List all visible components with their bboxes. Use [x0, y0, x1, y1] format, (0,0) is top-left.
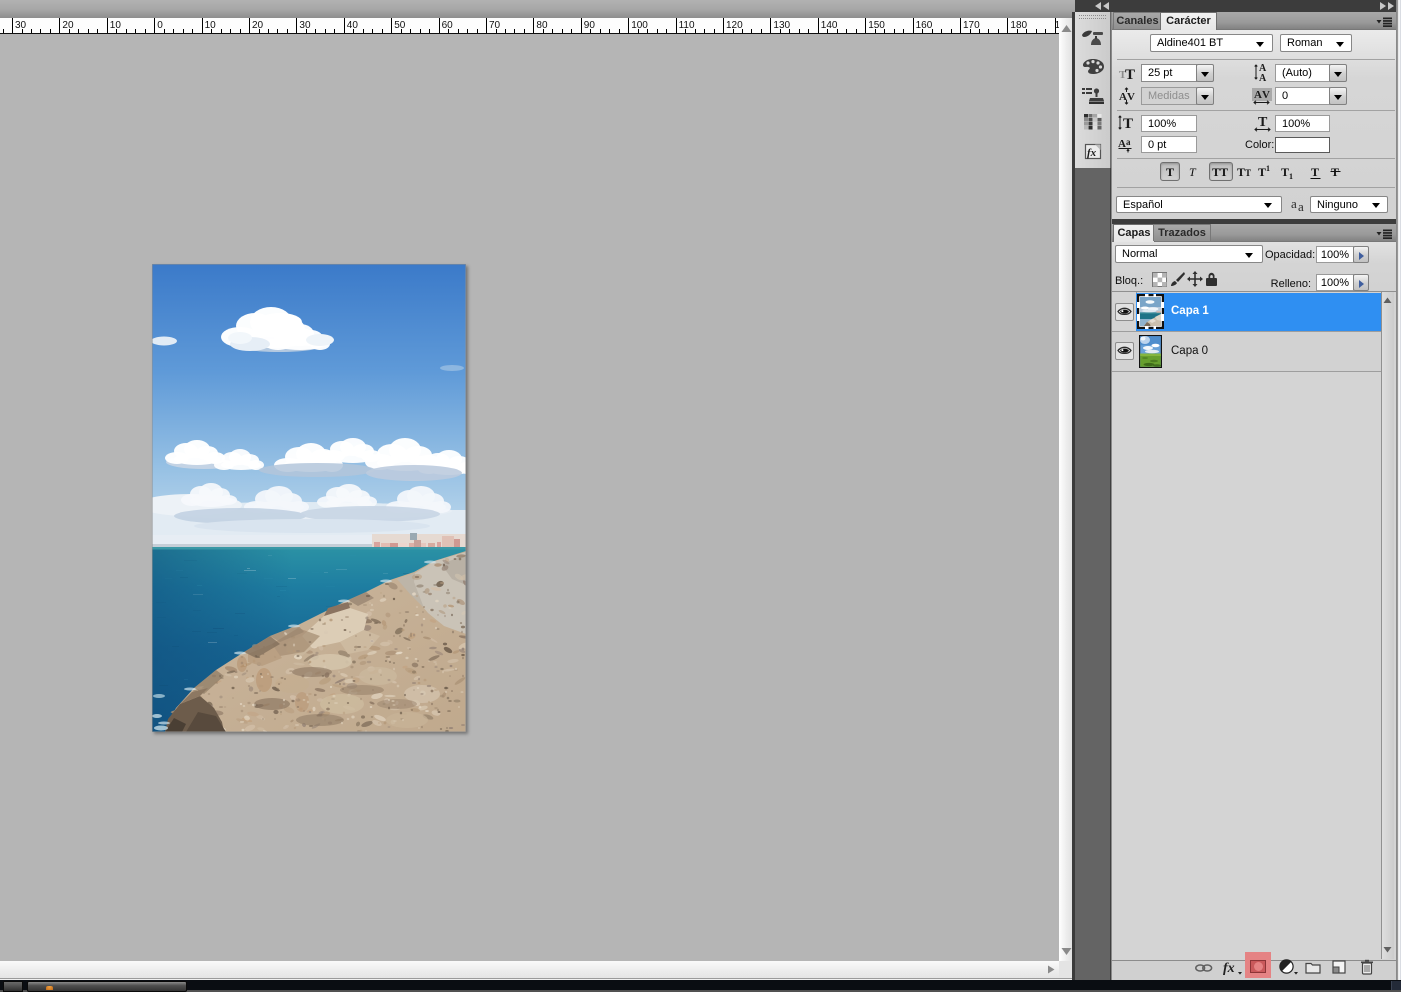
svg-text:V: V	[1127, 91, 1135, 103]
svg-text:a: a	[1126, 137, 1131, 147]
svg-text:T: T	[1166, 165, 1174, 179]
svg-text:T: T	[1281, 165, 1289, 179]
svg-text:T: T	[1125, 67, 1135, 82]
svg-text:T: T	[1258, 165, 1266, 179]
svg-text:A: A	[1254, 89, 1262, 101]
svg-text:1: 1	[1266, 164, 1270, 173]
svg-text:TT: TT	[1212, 165, 1228, 179]
svg-text:1: 1	[1289, 172, 1293, 181]
svg-text:T: T	[1245, 168, 1251, 178]
svg-text:T: T	[1311, 165, 1319, 179]
svg-text:T: T	[1123, 116, 1133, 132]
svg-text:A: A	[1259, 73, 1267, 84]
svg-text:V: V	[1262, 89, 1270, 101]
svg-text:fx: fx	[1087, 147, 1097, 159]
svg-text:a: a	[1298, 199, 1304, 213]
svg-text:T: T	[1258, 115, 1268, 130]
svg-text:T: T	[1237, 165, 1245, 179]
svg-text:T: T	[1189, 165, 1197, 179]
svg-text:fx: fx	[1223, 961, 1235, 975]
svg-text:A: A	[1119, 91, 1127, 103]
svg-text:a: a	[1291, 196, 1297, 211]
